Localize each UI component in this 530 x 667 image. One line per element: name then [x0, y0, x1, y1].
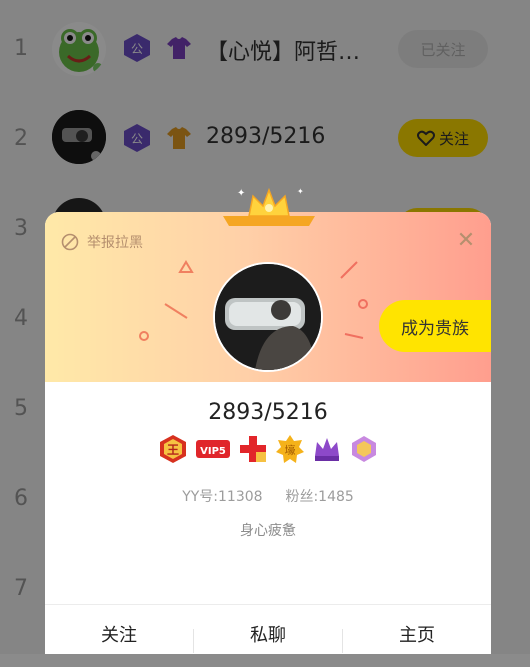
close-icon[interactable]: ✕: [455, 230, 477, 252]
user-profile-card: 举报拉黑 ✕ 成为贵族 ✦ ✦ 2893/5216 王 VIP5 壕 YY号:1…: [45, 187, 491, 655]
action-bar: 关注 私聊 主页: [45, 604, 491, 655]
svg-text:✦: ✦: [237, 188, 245, 199]
report-block-button[interactable]: 举报拉黑: [61, 232, 143, 252]
vip-badge-text: VIP5: [200, 446, 226, 457]
profile-avatar[interactable]: [213, 262, 323, 372]
report-label: 举报拉黑: [87, 235, 143, 251]
profile-signature: 身心疲惫: [240, 523, 296, 539]
yy-number: YY号:11308: [182, 489, 263, 505]
profile-meta: YY号:11308 粉丝:1485: [45, 486, 491, 506]
become-noble-button[interactable]: 成为贵族: [379, 300, 491, 352]
hao-badge-text: 壕: [284, 443, 295, 457]
cross-badge-icon: [239, 436, 266, 462]
noble-label: 成为贵族: [401, 318, 469, 339]
badge-row: 王 VIP5 壕: [45, 434, 491, 464]
block-icon: [61, 233, 79, 251]
king-badge-icon: 王: [159, 435, 186, 463]
profile-username: 2893/5216: [208, 400, 328, 425]
medal-badge-icon: [351, 436, 376, 462]
home-action-button[interactable]: 主页: [343, 605, 491, 655]
king-badge-text: 王: [166, 443, 178, 457]
crown-badge-icon: [314, 438, 339, 461]
chat-action-button[interactable]: 私聊: [194, 605, 342, 655]
svg-text:✦: ✦: [297, 187, 304, 196]
home-action-label: 主页: [399, 625, 435, 646]
follow-action-label: 关注: [101, 625, 137, 646]
crown-icon: ✦ ✦: [223, 187, 315, 226]
follow-action-button[interactable]: 关注: [45, 605, 193, 655]
fans-count: 粉丝:1485: [285, 489, 354, 505]
chat-action-label: 私聊: [250, 625, 286, 646]
vip-badge-icon: VIP5: [195, 440, 230, 458]
hao-badge-icon: 壕: [275, 435, 304, 463]
